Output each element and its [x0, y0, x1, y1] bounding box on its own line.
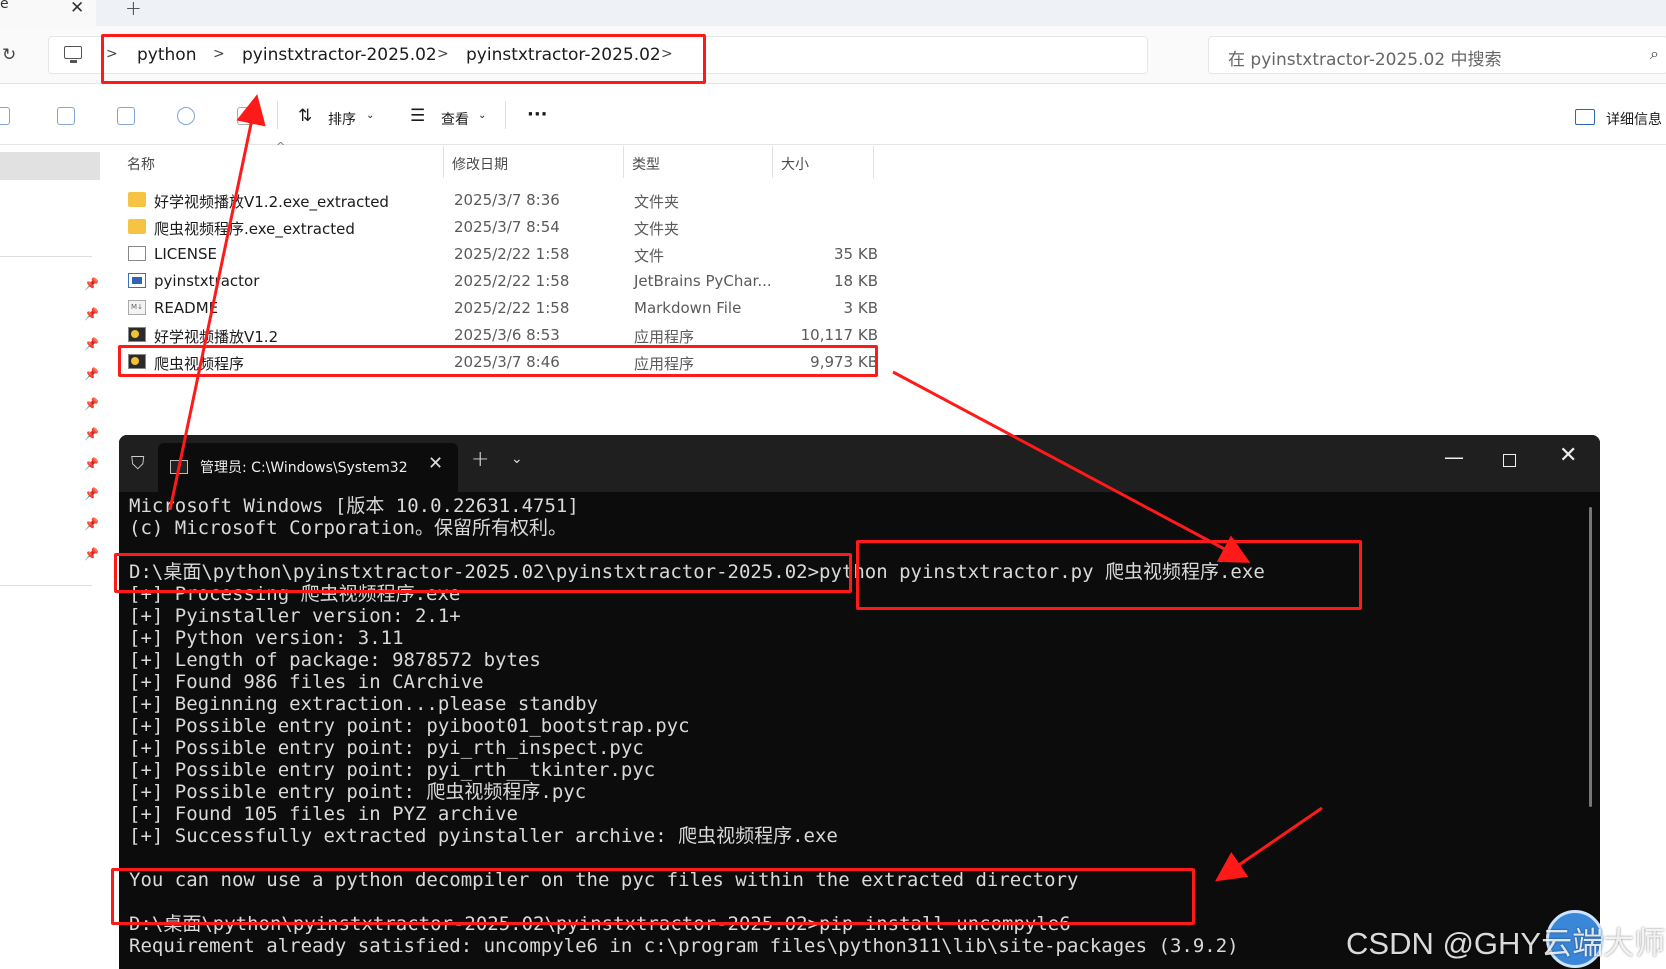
- annotation-arrows: [168, 94, 1323, 882]
- arrow-to-command: [892, 370, 1251, 563]
- arrow-to-breadcrumb: [168, 94, 266, 511]
- watermark-text: CSDN @GHY云端大师: [1346, 926, 1666, 961]
- arrow-to-success-message: [1215, 806, 1323, 882]
